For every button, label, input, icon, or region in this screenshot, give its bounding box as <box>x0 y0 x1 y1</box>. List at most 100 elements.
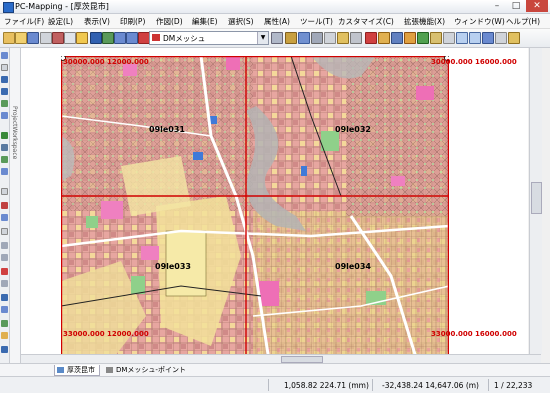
menu-settings[interactable]: 設定(L) <box>48 16 73 27</box>
undo-icon[interactable] <box>102 32 114 44</box>
layer-select[interactable]: DMメッシュ ▼ <box>149 31 269 45</box>
status-separator <box>372 379 373 391</box>
pointer-icon[interactable] <box>90 32 102 44</box>
menu-help[interactable]: ヘルプ(H) <box>506 16 540 27</box>
menu-customize[interactable]: カスタマイズ(C) <box>338 16 394 27</box>
window-icon[interactable] <box>443 32 455 44</box>
horizontal-scrollbar[interactable] <box>21 354 541 363</box>
open-folder-icon[interactable] <box>15 32 27 44</box>
attribute-icon[interactable] <box>337 32 349 44</box>
line-tool-icon[interactable] <box>1 214 8 221</box>
mark-icon[interactable] <box>365 32 377 44</box>
document-tab-bar: 厚茨昆市 DMメッシュ-ポイント <box>0 363 550 376</box>
status-coord-m: -32,438.24 14,647.06 (m) <box>382 381 479 390</box>
new-file-icon[interactable] <box>3 32 15 44</box>
zoom-out-icon[interactable] <box>126 32 138 44</box>
title-bar: PC-Mapping - [厚茨昆市] – □ ✕ <box>0 0 550 14</box>
point-tool-icon[interactable] <box>1 202 8 209</box>
graph-icon[interactable] <box>298 32 310 44</box>
search-icon[interactable] <box>311 32 323 44</box>
map-canvas[interactable] <box>61 56 449 374</box>
coord-top-right: 30000.000 16000.000 <box>431 58 517 66</box>
horizontal-scroll-thumb[interactable] <box>281 356 323 363</box>
tab-mesh-point-label: DMメッシュ-ポイント <box>116 366 186 374</box>
menu-edit[interactable]: 編集(E) <box>192 16 218 27</box>
polygon-tool-icon[interactable] <box>1 228 8 235</box>
pen-icon[interactable] <box>378 32 390 44</box>
main-toolbar <box>0 29 550 48</box>
menu-draw[interactable]: 作図(D) <box>156 16 183 27</box>
menu-window[interactable]: ウィンドウ(W) <box>454 16 505 27</box>
refresh-tool-icon[interactable] <box>1 100 8 107</box>
move-tool-icon[interactable] <box>1 280 8 287</box>
info-tool-icon[interactable] <box>1 168 8 175</box>
shape-icon[interactable] <box>391 32 403 44</box>
mesh-label-se: 09le034 <box>335 262 371 271</box>
object-icon[interactable] <box>285 32 297 44</box>
print-icon[interactable] <box>40 32 52 44</box>
text-tool-icon[interactable] <box>1 242 8 249</box>
menu-view[interactable]: 表示(V) <box>84 16 110 27</box>
side-toolbar <box>0 48 10 366</box>
app-icon <box>3 2 14 13</box>
symbol-tool-icon[interactable] <box>1 254 8 261</box>
delete-tool-icon[interactable] <box>1 268 8 275</box>
tab-mesh-point[interactable]: DMメッシュ-ポイント <box>104 365 190 375</box>
select-tool-icon[interactable] <box>1 52 8 59</box>
close-button[interactable]: ✕ <box>526 0 548 12</box>
layer-select-value: DMメッシュ <box>163 34 206 43</box>
vertical-scroll-thumb[interactable] <box>531 182 542 214</box>
status-bar: 1,058.82 224.71 (mm) -32,438.24 14,647.0… <box>0 376 550 393</box>
property-tool-icon[interactable] <box>1 346 8 353</box>
table-tab-icon <box>106 367 113 373</box>
project-workspace-tab[interactable]: ProjectWorkspace <box>10 48 21 366</box>
label-tool-icon[interactable] <box>1 332 8 339</box>
rect-tool-icon[interactable] <box>1 64 8 71</box>
mark-tool-icon[interactable] <box>1 320 8 327</box>
vertical-scrollbar[interactable] <box>529 48 542 354</box>
pan-tool-icon[interactable] <box>1 88 8 95</box>
mesh-label-sw: 09le033 <box>155 262 191 271</box>
menu-extensions[interactable]: 拡張機能(X) <box>404 16 445 27</box>
map-view[interactable]: 30000.000 12000.000 30000.000 16000.000 … <box>21 48 528 374</box>
coord-bottom-left: 33000.000 12000.000 <box>63 330 149 338</box>
help-icon[interactable] <box>508 32 520 44</box>
coord-bottom-right: 33000.000 16000.000 <box>431 330 517 338</box>
cascade-icon[interactable] <box>469 32 481 44</box>
tab-map[interactable]: 厚茨昆市 <box>54 365 100 376</box>
coord-top-left: 30000.000 12000.000 <box>63 58 149 66</box>
status-coord-mm: 1,058.82 224.71 (mm) <box>284 381 369 390</box>
status-separator <box>268 379 269 391</box>
menu-file[interactable]: ファイル(F) <box>4 16 44 27</box>
paste-icon[interactable] <box>76 32 88 44</box>
tile-icon[interactable] <box>456 32 468 44</box>
save-icon[interactable] <box>27 32 39 44</box>
rotate-tool-icon[interactable] <box>1 306 8 313</box>
menu-print[interactable]: 印刷(P) <box>120 16 145 27</box>
color-tool-icon[interactable] <box>1 156 8 163</box>
arrow-icon[interactable] <box>271 32 283 44</box>
maximize-button[interactable]: □ <box>507 0 525 12</box>
table-icon[interactable] <box>350 32 362 44</box>
search-tool-icon[interactable] <box>1 294 8 301</box>
zoom-tool-icon[interactable] <box>1 76 8 83</box>
cut-icon[interactable] <box>52 32 64 44</box>
draw-tool-icon[interactable] <box>1 188 8 195</box>
settings-icon[interactable] <box>495 32 507 44</box>
grid-icon[interactable] <box>482 32 494 44</box>
chevron-down-icon[interactable]: ▼ <box>257 32 268 44</box>
check-tool-icon[interactable] <box>1 132 8 139</box>
menu-select[interactable]: 選択(S) <box>228 16 254 27</box>
layer-tool-icon[interactable] <box>1 144 8 151</box>
filter-icon[interactable] <box>417 32 429 44</box>
document-icon[interactable] <box>324 32 336 44</box>
label-icon[interactable] <box>430 32 442 44</box>
pencil-icon[interactable] <box>404 32 416 44</box>
zoom-in-icon[interactable] <box>114 32 126 44</box>
minimize-button[interactable]: – <box>488 0 506 12</box>
map-tab-icon <box>57 367 64 373</box>
menu-tools[interactable]: ツール(T) <box>300 16 333 27</box>
measure-tool-icon[interactable] <box>1 112 8 119</box>
menu-attribute[interactable]: 属性(A) <box>264 16 290 27</box>
copy-icon[interactable] <box>64 32 76 44</box>
